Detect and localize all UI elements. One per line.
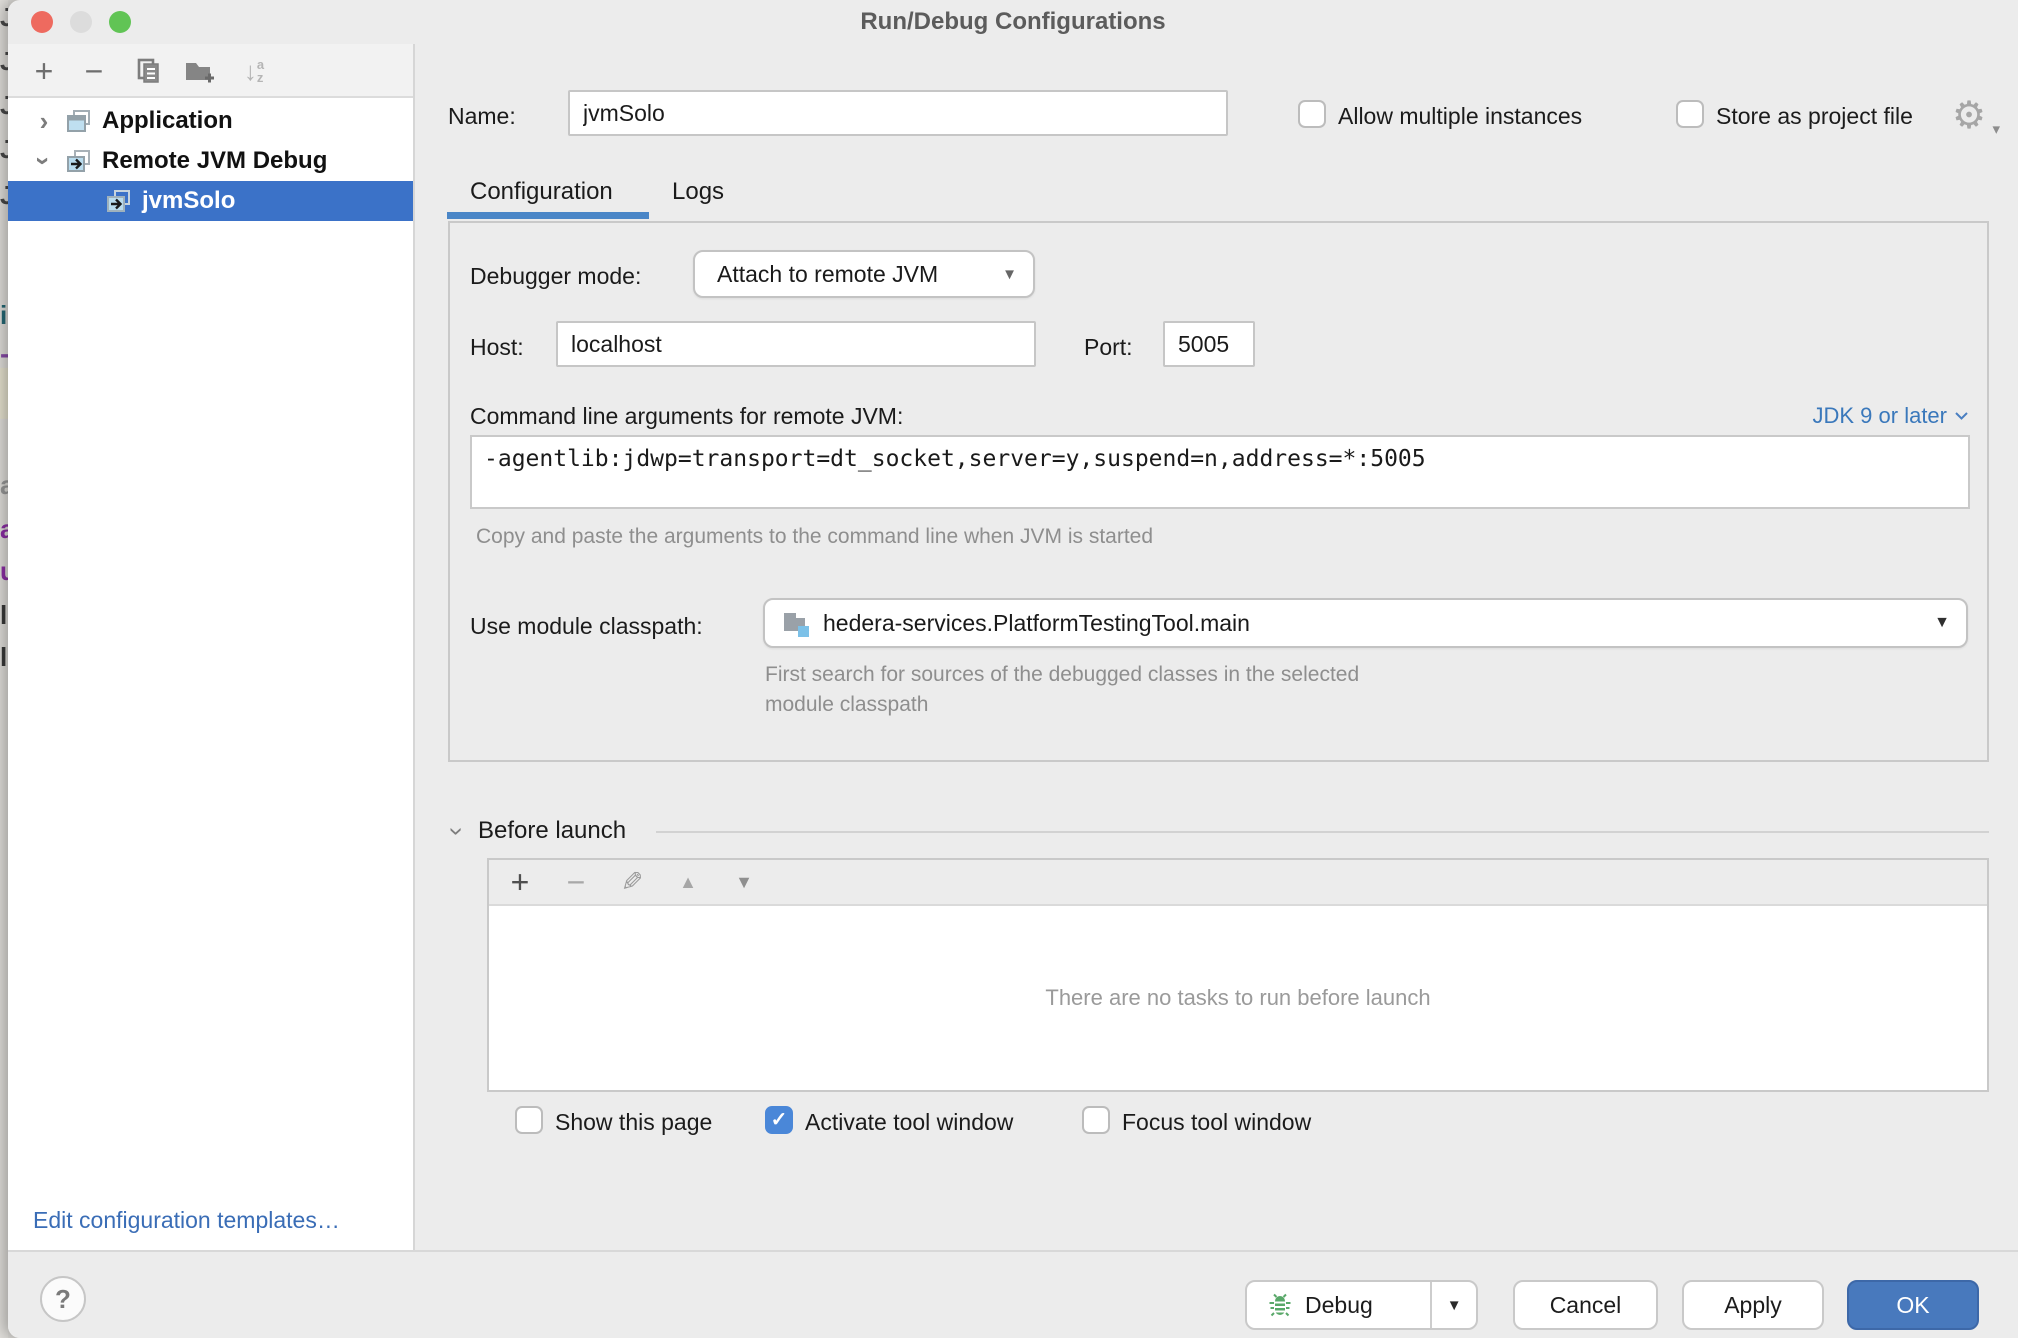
edit-configuration-templates-link[interactable]: Edit configuration templates…: [33, 1207, 340, 1234]
module-classpath-select[interactable]: hedera-services.PlatformTestingTool.main…: [763, 598, 1968, 648]
background-text-fragment: u: [0, 556, 8, 587]
background-text-fragment: l: [0, 642, 7, 673]
show-this-page-label: Show this page: [555, 1109, 712, 1136]
apply-button[interactable]: Apply: [1682, 1280, 1824, 1330]
run-debug-configurations-dialog: Run/Debug Configurations + − ↓az: [8, 0, 2018, 1338]
move-task-up-icon[interactable]: ▲: [675, 872, 701, 893]
allow-multiple-instances-label: Allow multiple instances: [1338, 103, 1582, 130]
background-text-fragment: █: [0, 368, 8, 416]
add-task-icon[interactable]: +: [507, 864, 533, 901]
dropdown-arrow-icon: ▼: [1934, 614, 1950, 632]
cancel-button[interactable]: Cancel: [1513, 1280, 1658, 1330]
sidebar-item-label: jvmSolo: [142, 187, 235, 215]
chevron-down-icon: [1954, 411, 1969, 421]
background-text-fragment: l: [0, 600, 7, 631]
command-line-hint: Copy and paste the arguments to the comm…: [476, 525, 1153, 549]
module-classpath-hint-line1: First search for sources of the debugged…: [765, 663, 1359, 687]
sidebar-toolbar: + − ↓az: [8, 44, 413, 98]
background-text-fragment: J: [0, 134, 8, 165]
sidebar-item-remote-jvm-debug[interactable]: › Remote JVM Debug: [8, 141, 413, 181]
sidebar-item-label: Application: [102, 107, 233, 135]
dialog-title: Run/Debug Configurations: [8, 8, 2018, 36]
debug-button[interactable]: Debug ▼: [1245, 1280, 1478, 1330]
background-text-fragment: J: [0, 2, 8, 33]
chevron-down-icon[interactable]: ›: [33, 150, 55, 172]
focus-tool-window-label: Focus tool window: [1122, 1109, 1311, 1136]
debugger-mode-label: Debugger mode:: [470, 263, 641, 290]
background-text-fragment: J: [0, 90, 8, 121]
module-icon: [781, 609, 813, 645]
sort-configurations-icon[interactable]: ↓az: [232, 44, 276, 98]
configurations-sidebar: + − ↓az ›: [8, 44, 415, 1250]
name-input[interactable]: [568, 90, 1228, 136]
add-configuration-icon[interactable]: +: [26, 44, 62, 98]
activate-tool-window-checkbox[interactable]: ✓: [765, 1106, 793, 1134]
module-classpath-value: hedera-services.PlatformTestingTool.main: [823, 610, 1250, 637]
before-launch-tasks-panel: + − ✎ ▲ ▼ There are no tasks to run befo…: [487, 858, 1989, 1092]
command-line-arguments-label: Command line arguments for remote JVM:: [470, 403, 903, 430]
remove-configuration-icon[interactable]: −: [76, 44, 112, 98]
port-label: Port:: [1084, 334, 1133, 361]
background-text-fragment: -: [0, 338, 8, 370]
before-launch-toolbar: + − ✎ ▲ ▼: [489, 860, 1987, 906]
ok-button[interactable]: OK: [1847, 1280, 1979, 1330]
remote-jvm-debug-icon: [65, 148, 92, 175]
debug-button-label: Debug: [1305, 1292, 1373, 1319]
background-text-fragment: J: [0, 46, 8, 77]
tab-configuration[interactable]: Configuration: [470, 178, 613, 206]
bug-icon: [1267, 1292, 1293, 1318]
background-text-fragment: i: [0, 300, 7, 331]
help-button[interactable]: ?: [40, 1276, 86, 1322]
focus-tool-window-checkbox[interactable]: ✓: [1082, 1106, 1110, 1134]
before-launch-title: Before launch: [478, 817, 626, 845]
host-input[interactable]: [556, 321, 1036, 367]
remote-jvm-debug-icon: [105, 188, 132, 215]
name-label: Name:: [448, 103, 516, 130]
debug-options-arrow[interactable]: ▼: [1430, 1282, 1476, 1328]
new-folder-icon[interactable]: [179, 44, 219, 98]
sidebar-item-jvmsolo[interactable]: jvmSolo: [8, 181, 413, 221]
active-tab-underline: [447, 212, 649, 219]
allow-multiple-instances-checkbox[interactable]: ✓: [1298, 100, 1326, 128]
background-window-edge: JJJJJi-█aaull: [0, 0, 8, 1338]
background-text-fragment: J: [0, 180, 8, 211]
background-text-fragment: a: [0, 514, 8, 545]
copy-configuration-icon[interactable]: [130, 44, 166, 98]
store-as-project-file-checkbox[interactable]: ✓: [1676, 100, 1704, 128]
sidebar-item-application[interactable]: › Application: [8, 101, 413, 141]
before-launch-empty-text: There are no tasks to run before launch: [489, 906, 1987, 1090]
before-launch-separator: [656, 831, 1989, 833]
show-this-page-checkbox[interactable]: ✓: [515, 1106, 543, 1134]
debugger-mode-value: Attach to remote JVM: [717, 261, 938, 288]
chevron-right-icon[interactable]: ›: [33, 110, 55, 132]
background-text-fragment: a: [0, 470, 8, 501]
debugger-mode-select[interactable]: Attach to remote JVM ▼: [693, 250, 1035, 298]
remove-task-icon[interactable]: −: [563, 864, 589, 901]
store-settings-gear-icon[interactable]: ⚙▾: [1952, 94, 1998, 140]
move-task-down-icon[interactable]: ▼: [731, 872, 757, 893]
dialog-footer: ? Debug ▼ Cancel: [8, 1250, 2018, 1338]
host-label: Host:: [470, 334, 524, 361]
application-icon: [65, 108, 92, 135]
command-line-arguments-value: -agentlib:jdwp=transport=dt_socket,serve…: [484, 446, 1426, 472]
jdk-version-selector-link[interactable]: JDK 9 or later: [1813, 403, 1970, 429]
before-launch-collapse-icon[interactable]: ›: [442, 820, 473, 844]
command-line-arguments-field[interactable]: -agentlib:jdwp=transport=dt_socket,serve…: [470, 435, 1970, 509]
sidebar-item-label: Remote JVM Debug: [102, 147, 327, 175]
tab-logs[interactable]: Logs: [672, 178, 724, 206]
use-module-classpath-label: Use module classpath:: [470, 613, 703, 640]
dropdown-arrow-icon: ▼: [1002, 266, 1017, 283]
activate-tool-window-label: Activate tool window: [805, 1109, 1013, 1136]
store-as-project-file-label: Store as project file: [1716, 103, 1913, 130]
module-classpath-hint-line2: module classpath: [765, 693, 928, 717]
port-input[interactable]: [1163, 321, 1255, 367]
edit-task-icon[interactable]: ✎: [619, 867, 645, 898]
configuration-panel: Debugger mode: Attach to remote JVM ▼ Ho…: [448, 221, 1989, 762]
